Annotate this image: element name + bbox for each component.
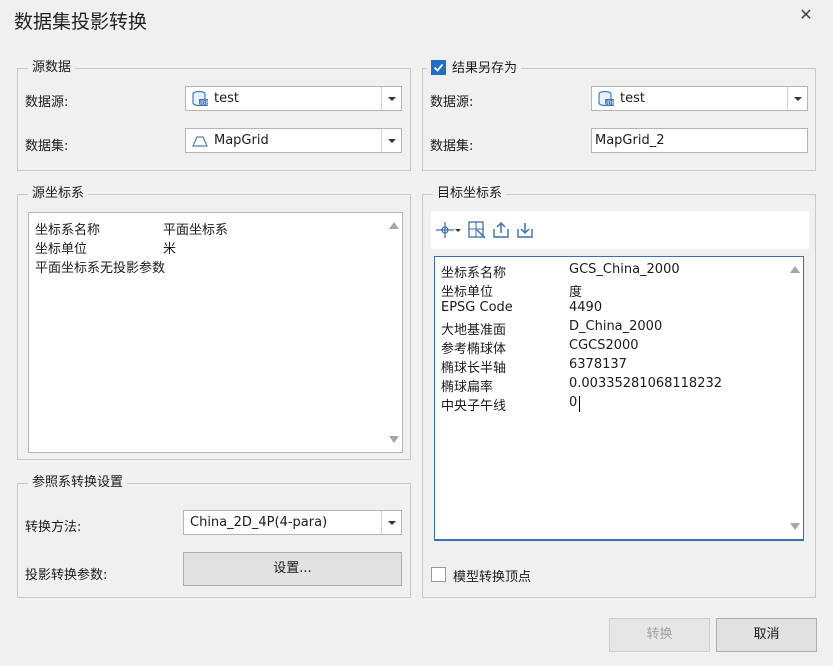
target-crs-group: 目标坐标系 坐标系名称 GCS_China_2000 坐标单位 度 EPSG C… <box>422 186 816 598</box>
coordinate-system-dropdown-icon[interactable] <box>434 220 462 240</box>
vertex-transform-checkbox[interactable] <box>431 567 446 582</box>
scroll-down-icon[interactable] <box>389 436 399 443</box>
convert-button[interactable]: 转换 <box>609 618 710 652</box>
target-crs-value: GCS_China_2000 <box>569 262 680 277</box>
target-crs-value: 0 <box>569 395 578 410</box>
target-crs-value: 6378137 <box>569 357 627 372</box>
source-dataset-label: 数据集: <box>25 139 69 154</box>
target-crs-value: 0.00335281068118232 <box>569 376 723 391</box>
chevron-down-icon[interactable] <box>381 511 401 534</box>
source-crs-legend: 源坐标系 <box>28 186 89 202</box>
result-datasource-label: 数据源: <box>430 95 474 110</box>
transform-method-combo[interactable]: China_2D_4P(4-para) <box>183 510 402 535</box>
result-dataset-input[interactable]: MapGrid_2 <box>591 128 808 153</box>
target-crs-toolbar <box>431 211 809 249</box>
export-icon[interactable] <box>491 220 511 240</box>
chevron-down-icon[interactable] <box>787 87 807 110</box>
source-dataset-combo[interactable]: MapGrid <box>185 128 402 153</box>
target-crs-key: 坐标单位 <box>441 285 494 300</box>
close-icon[interactable]: ✕ <box>797 6 815 24</box>
source-crs-key: 平面坐标系无投影参数 <box>35 261 166 276</box>
projection-params-label: 投影转换参数: <box>25 568 108 583</box>
transform-method-label: 转换方法: <box>25 520 82 535</box>
target-crs-legend: 目标坐标系 <box>433 186 507 202</box>
chevron-down-icon[interactable] <box>381 129 401 152</box>
target-crs-value: 度 <box>569 285 583 300</box>
source-crs-key: 坐标单位 <box>35 242 88 257</box>
settings-button[interactable]: 设置... <box>183 552 402 586</box>
grid-dataset-icon <box>192 136 208 147</box>
transform-settings-group: 参照系转换设置 转换方法: China_2D_4P(4-para) 投影转换参数… <box>17 475 411 598</box>
target-crs-key: 椭球长半轴 <box>441 361 507 376</box>
save-result-checkbox[interactable] <box>431 60 446 75</box>
target-crs-key: 参考椭球体 <box>441 342 507 357</box>
database-icon: UDB <box>192 90 209 107</box>
target-crs-info-box[interactable]: 坐标系名称 GCS_China_2000 坐标单位 度 EPSG Code 44… <box>434 256 804 541</box>
target-crs-key: 中央子午线 <box>441 399 507 414</box>
target-crs-key: 坐标系名称 <box>441 266 507 281</box>
target-crs-value: D_China_2000 <box>569 319 663 334</box>
result-datasource-value: test <box>620 91 645 106</box>
source-datasource-label: 数据源: <box>25 95 69 110</box>
source-data-group: 源数据 数据源: UDB test 数据集: MapGrid <box>17 60 411 171</box>
svg-text:UDB: UDB <box>604 101 615 107</box>
source-datasource-value: test <box>214 91 239 106</box>
database-icon: UDB <box>598 90 615 107</box>
import-crs-icon[interactable] <box>467 220 487 240</box>
target-crs-key: EPSG Code <box>441 300 513 315</box>
source-crs-value: 米 <box>163 242 177 257</box>
chevron-down-icon[interactable] <box>381 87 401 110</box>
source-crs-key: 坐标系名称 <box>35 223 101 238</box>
scroll-up-icon[interactable] <box>790 266 800 273</box>
scroll-down-icon[interactable] <box>790 523 800 530</box>
vertical-scrollbar[interactable] <box>785 257 803 539</box>
result-group: 结果另存为 数据源: UDB test 数据集: MapGrid_2 <box>422 60 816 171</box>
source-datasource-combo[interactable]: UDB test <box>185 86 402 111</box>
checkmark-icon <box>433 63 444 72</box>
result-datasource-combo[interactable]: UDB test <box>591 86 808 111</box>
source-dataset-value: MapGrid <box>214 133 269 148</box>
transform-method-value: China_2D_4P(4-para) <box>190 515 328 530</box>
source-crs-group: 源坐标系 坐标系名称 平面坐标系 坐标单位 米 平面坐标系无投影参数 <box>17 186 411 460</box>
target-crs-value: 4490 <box>569 300 603 315</box>
target-crs-value: CGCS2000 <box>569 338 639 353</box>
vertical-scrollbar[interactable] <box>384 213 402 452</box>
scroll-up-icon[interactable] <box>389 222 399 229</box>
import-icon[interactable] <box>515 220 535 240</box>
text-caret <box>579 396 580 412</box>
window-title: 数据集投影转换 <box>14 11 148 33</box>
target-crs-key: 大地基准面 <box>441 323 507 338</box>
cancel-button[interactable]: 取消 <box>716 618 817 652</box>
transform-settings-legend: 参照系转换设置 <box>28 475 128 491</box>
vertex-transform-label: 模型转换顶点 <box>453 570 532 585</box>
source-data-legend: 源数据 <box>28 60 76 76</box>
source-crs-info-box[interactable]: 坐标系名称 平面坐标系 坐标单位 米 平面坐标系无投影参数 <box>28 212 403 453</box>
svg-text:UDB: UDB <box>198 101 209 107</box>
result-legend: 结果另存为 <box>427 60 522 77</box>
source-crs-value: 平面坐标系 <box>163 223 229 238</box>
save-result-label: 结果另存为 <box>452 61 518 76</box>
target-crs-key: 椭球扁率 <box>441 380 494 395</box>
result-dataset-label: 数据集: <box>430 139 474 154</box>
